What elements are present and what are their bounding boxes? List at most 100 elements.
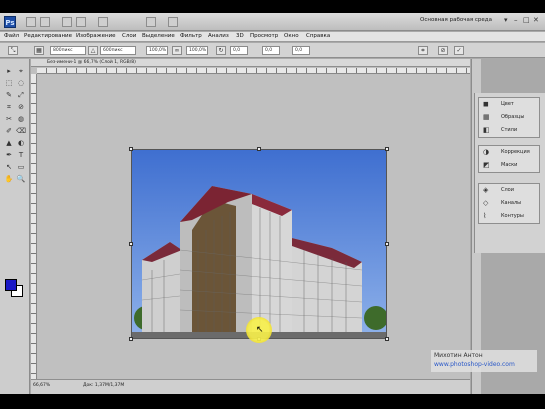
move-tool-icon[interactable]: ▸ — [3, 65, 15, 77]
panel-color-label: Цвет — [501, 101, 514, 107]
panel-channels-label: Каналы — [501, 200, 522, 206]
document-tab-title: Без-имени-1 @ 66,7% (Слой 1, RGB/8) — [47, 60, 136, 65]
cancel-transform-icon[interactable]: ⊘ — [438, 46, 448, 55]
warp-mode-icon[interactable]: ⌗ — [418, 46, 428, 55]
watermark-author: Михотин Антон — [434, 352, 483, 359]
menu-image[interactable]: Изображение — [76, 33, 116, 39]
document-info[interactable]: Док: 1,37М/1,37М — [83, 383, 124, 388]
application-bar: Ps Основная рабочая среда ▾ – □ ✕ — [0, 13, 545, 31]
foreground-color-swatch[interactable] — [5, 279, 17, 291]
zoom-level-menu[interactable] — [98, 17, 108, 27]
workspace-switcher[interactable]: Основная рабочая среда — [420, 17, 492, 23]
v-skew-field[interactable]: 0,0 — [292, 46, 310, 55]
panel-color[interactable]: ◼ Цвет — [479, 98, 539, 111]
brush-tool-icon[interactable]: ◍ — [15, 113, 27, 125]
screen-mode-button[interactable] — [168, 17, 178, 27]
channels-panel-icon: ◇ — [483, 199, 489, 207]
rotation-field[interactable]: 0,0 — [230, 46, 248, 55]
menu-analysis[interactable]: Анализ — [208, 33, 229, 39]
panel-adjustments[interactable]: ◑ Коррекция — [479, 146, 539, 159]
width-scale-field[interactable]: 100,0% — [146, 46, 168, 55]
zoom-tool-icon[interactable]: 🔍 — [15, 173, 27, 185]
transform-handle-top-left[interactable] — [129, 147, 133, 151]
dodge-tool-icon[interactable]: ◐ — [15, 137, 27, 149]
h-skew-field[interactable]: 0,0 — [262, 46, 280, 55]
link-icon[interactable]: ∞ — [172, 46, 182, 55]
clone-stamp-tool-icon[interactable]: ✐ — [3, 125, 15, 137]
slice-tool-icon[interactable]: ⌗ — [3, 101, 15, 113]
hand-tool-button[interactable] — [62, 17, 72, 27]
transform-handle-top-middle[interactable] — [257, 147, 261, 151]
lasso-tool-icon[interactable]: ◌ — [15, 77, 27, 89]
panel-layers-label: Слои — [501, 187, 514, 193]
transform-handle-middle-left[interactable] — [129, 242, 133, 246]
type-tool-icon[interactable]: T — [15, 149, 27, 161]
swatches-panel-icon: ▦ — [483, 113, 490, 121]
height-scale-field[interactable]: 100,0% — [186, 46, 208, 55]
eyedropper-tool-icon[interactable]: ⊘ — [15, 101, 27, 113]
watermark-url: www.photoshop-video.com — [434, 361, 515, 368]
transform-handle-bottom-left[interactable] — [129, 337, 133, 341]
watermark: Михотин Антон www.photoshop-video.com — [431, 350, 537, 372]
horizontal-ruler[interactable] — [37, 68, 470, 74]
path-select-tool-icon[interactable]: ↖ — [3, 161, 15, 173]
marquee-tool-icon[interactable]: ⌖ — [15, 65, 27, 77]
menu-layers[interactable]: Слои — [122, 33, 136, 39]
document-tab[interactable]: Без-имени-1 @ 66,7% (Слой 1, RGB/8) — [31, 59, 470, 67]
bridge-button[interactable] — [26, 17, 36, 27]
menu-view[interactable]: Просмотр — [250, 33, 278, 39]
building-photo-layer[interactable] — [131, 149, 387, 339]
menu-window[interactable]: Окно — [284, 33, 299, 39]
panel-layers[interactable]: ◈ Слои — [479, 184, 539, 197]
shape-tool-icon[interactable]: ▭ — [15, 161, 27, 173]
zoom-tool-button[interactable] — [76, 17, 86, 27]
menu-3d[interactable]: 3D — [236, 33, 244, 39]
panel-paths[interactable]: ⌇ Контуры — [479, 210, 539, 223]
menu-bar: Файл Редактирование Изображение Слои Выд… — [0, 32, 545, 42]
transform-handle-top-right[interactable] — [385, 147, 389, 151]
panel-channels[interactable]: ◇ Каналы — [479, 197, 539, 210]
zoom-level[interactable]: 66,67% — [33, 383, 50, 388]
arrange-documents-button[interactable] — [146, 17, 156, 27]
menu-filter[interactable]: Фильтр — [180, 33, 202, 39]
relative-position-icon[interactable]: △ — [88, 46, 98, 55]
menu-file[interactable]: Файл — [4, 33, 19, 39]
transform-handle-bottom-right[interactable] — [385, 337, 389, 341]
color-panel-icon: ◼ — [483, 100, 489, 108]
gradient-tool-icon[interactable]: ▲ — [3, 137, 15, 149]
crop-tool-icon[interactable]: ⤢ — [15, 89, 27, 101]
layers-panel-icon: ◈ — [483, 186, 489, 194]
x-position-field[interactable]: 800пикс — [50, 46, 86, 55]
panel-paths-label: Контуры — [501, 213, 524, 219]
transform-tool-icon[interactable]: ⤡ — [8, 46, 18, 55]
building-photo — [132, 150, 386, 338]
workspace-dropdown-icon[interactable]: ▾ — [504, 16, 508, 24]
panel-styles[interactable]: ◧ Стили — [479, 124, 539, 137]
paths-panel-icon: ⌇ — [483, 212, 487, 220]
maximize-icon[interactable]: □ — [523, 16, 530, 24]
menu-select[interactable]: Выделение — [142, 33, 175, 39]
adjustments-panel-icon: ◑ — [483, 148, 490, 156]
pen-tool-icon[interactable]: ✒ — [3, 149, 15, 161]
panel-masks[interactable]: ◩ Маски — [479, 159, 539, 172]
healing-tool-icon[interactable]: ✂ — [3, 113, 15, 125]
transform-handle-middle-right[interactable] — [385, 242, 389, 246]
close-icon[interactable]: ✕ — [533, 16, 539, 24]
y-position-field[interactable]: 600пикс — [100, 46, 136, 55]
minimize-icon[interactable]: – — [514, 16, 518, 24]
hand-tool-icon[interactable]: ✋ — [3, 173, 15, 185]
vertical-ruler[interactable] — [31, 74, 37, 379]
reference-point-icon[interactable]: ▦ — [34, 46, 44, 55]
quick-select-tool-icon[interactable]: ✎ — [3, 89, 15, 101]
eraser-tool-icon[interactable]: ⌫ — [15, 125, 27, 137]
rect-select-tool-icon[interactable]: ⬚ — [3, 77, 15, 89]
options-bar: ⤡ ▦ 800пикс △ 600пикс 100,0% ∞ 100,0% ↻ … — [0, 43, 545, 58]
panel-adjustments-label: Коррекция — [501, 149, 530, 155]
menu-edit[interactable]: Редактирование — [24, 33, 72, 39]
commit-transform-icon[interactable]: ✓ — [454, 46, 464, 55]
rotate-icon: ↻ — [216, 46, 226, 55]
panel-group-layers: ◈ Слои ◇ Каналы ⌇ Контуры — [478, 183, 540, 224]
menu-help[interactable]: Справка — [306, 33, 330, 39]
mini-bridge-button[interactable] — [40, 17, 50, 27]
panel-swatches[interactable]: ▦ Образцы — [479, 111, 539, 124]
